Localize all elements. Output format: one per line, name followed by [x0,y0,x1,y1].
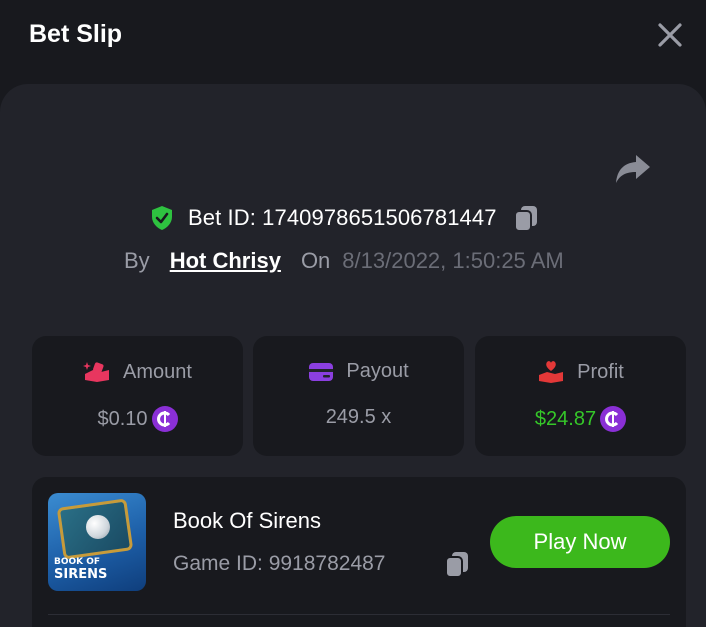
close-button[interactable] [655,20,685,50]
profit-label: Profit [577,360,624,383]
amount-value: $0.10 [97,407,148,430]
bet-id: Bet ID: 1740978651506781447 [188,205,497,230]
close-icon [658,23,682,47]
payout-value: 249.5 x [325,406,392,428]
shield-check-icon [152,206,172,230]
hand-coins-icon [83,362,110,382]
game-card: BOOK OF SIRENS Book Of Sirens Game ID: 9… [32,477,686,627]
hand-heart-icon [539,361,564,383]
coin-icon [600,406,627,432]
bet-date: 8/13/2022, 1:50:25 AM [342,248,564,273]
on-label: On [300,248,331,273]
game-thumbnail[interactable]: BOOK OF SIRENS [48,493,146,591]
page-title: Bet Slip [29,20,123,48]
share-icon [616,155,650,183]
game-id: Game ID: 9918782487 [173,552,386,575]
copy-icon[interactable] [513,204,539,232]
copy-icon[interactable] [444,550,470,578]
bet-id-row: Bet ID: 1740978651506781447 [150,202,539,234]
user-link[interactable]: Hot Chrisy [170,248,281,274]
bet-meta-row: By Hot Chrisy On 8/13/2022, 1:50:25 AM [124,245,564,277]
payout-label: Payout [346,360,409,382]
coin-icon [151,406,178,432]
pearl-image [86,515,110,539]
header: Bet Slip [0,0,706,84]
play-now-button[interactable]: Play Now [490,516,670,568]
game-name: Book Of Sirens [173,508,321,533]
thumb-title-line1: BOOK OF [54,557,101,567]
payout-card: Payout 249.5 x [253,336,464,456]
wallet-card-icon [309,362,334,381]
share-button[interactable] [614,152,652,186]
profit-card: Profit $24.87 [475,336,686,456]
thumb-title-line2: SIRENS [54,567,108,582]
amount-label: Amount [123,360,192,383]
divider [48,614,670,615]
profit-value: $24.87 [534,407,597,430]
amount-card: Amount $0.10 [32,336,243,456]
by-label: By [124,248,150,273]
